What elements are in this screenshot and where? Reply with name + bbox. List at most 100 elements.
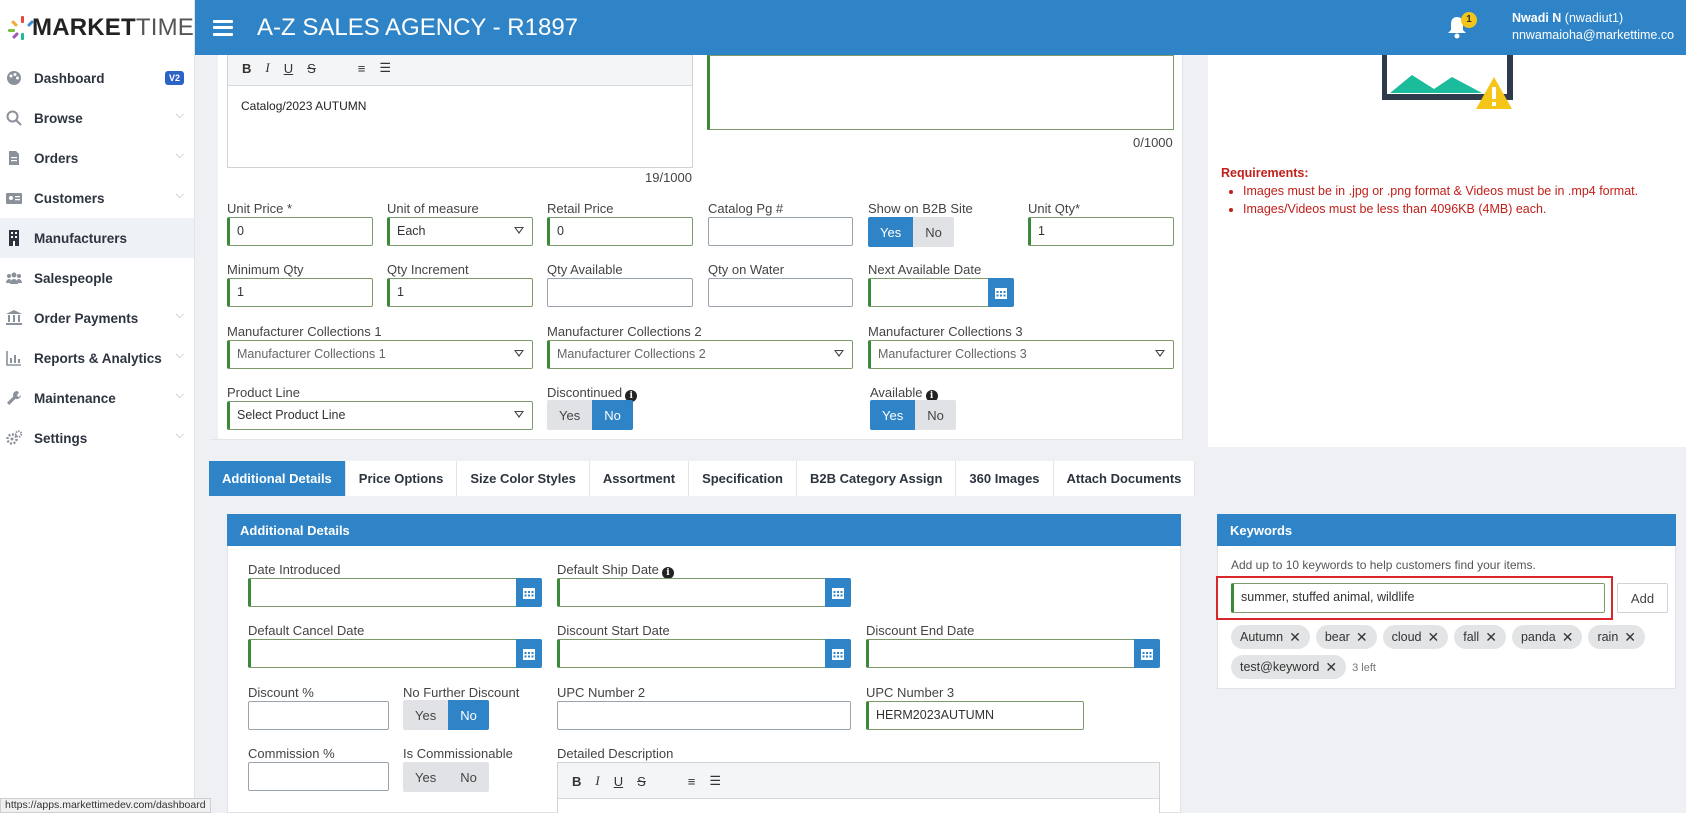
- sidebar-item-browse[interactable]: Browse ⌵: [0, 98, 194, 138]
- keyword-chip[interactable]: bear ✕: [1315, 622, 1377, 652]
- keyword-chip[interactable]: cloud ✕: [1382, 622, 1449, 652]
- calendar-icon[interactable]: [988, 278, 1014, 307]
- remove-keyword-icon[interactable]: ✕: [1356, 622, 1368, 652]
- available-yes[interactable]: Yes: [870, 400, 916, 430]
- calendar-icon[interactable]: [1134, 639, 1160, 668]
- is-commissionable-yes[interactable]: Yes: [403, 762, 449, 792]
- catalog-editor-text[interactable]: Catalog/2023 AUTUMN: [241, 99, 366, 113]
- underline-icon[interactable]: U: [284, 61, 293, 76]
- bold-icon[interactable]: B: [572, 774, 581, 789]
- unit-of-measure-select[interactable]: Each: [387, 217, 533, 246]
- collections2-select[interactable]: Manufacturer Collections 2: [547, 340, 853, 369]
- tab-b2b-category-assign[interactable]: B2B Category Assign: [796, 461, 957, 496]
- keyword-input[interactable]: summer, stuffed animal, wildlife: [1231, 583, 1605, 613]
- remove-keyword-icon[interactable]: ✕: [1325, 652, 1337, 682]
- tab-size-color-styles[interactable]: Size Color Styles: [457, 461, 590, 496]
- notes-textarea[interactable]: [707, 55, 1174, 130]
- tab-specification[interactable]: Specification: [689, 461, 797, 496]
- show-b2b-no[interactable]: No: [913, 217, 954, 247]
- default-ship-date-input[interactable]: [557, 578, 827, 607]
- description-editor-body[interactable]: [558, 798, 1159, 813]
- collections3-select[interactable]: Manufacturer Collections 3: [868, 340, 1174, 369]
- calendar-icon[interactable]: [516, 578, 542, 607]
- commission-pct-input[interactable]: [248, 762, 389, 791]
- date-introduced-input[interactable]: [248, 578, 518, 607]
- bullet-list-icon[interactable]: ☰: [709, 773, 721, 789]
- calendar-icon[interactable]: [825, 639, 851, 668]
- upc2-input[interactable]: [557, 701, 851, 730]
- remove-keyword-icon[interactable]: ✕: [1562, 622, 1574, 652]
- no-further-discount-yes[interactable]: Yes: [403, 700, 449, 730]
- keyword-chip[interactable]: rain ✕: [1588, 622, 1646, 652]
- unit-qty-input[interactable]: 1: [1028, 217, 1174, 246]
- ordered-list-icon[interactable]: ≡: [688, 774, 696, 789]
- unit-price-input[interactable]: 0: [227, 217, 373, 246]
- discontinued-yes[interactable]: Yes: [547, 400, 593, 430]
- discontinued-no[interactable]: No: [592, 400, 633, 430]
- remove-keyword-icon[interactable]: ✕: [1624, 622, 1636, 652]
- qty-on-water-input[interactable]: [708, 278, 853, 307]
- available-no[interactable]: No: [915, 400, 956, 430]
- logo[interactable]: MARKETTIME: [0, 0, 194, 55]
- qty-increment-input[interactable]: 1: [387, 278, 533, 307]
- discount-end-date-input[interactable]: [866, 639, 1136, 668]
- italic-icon[interactable]: I: [265, 60, 269, 76]
- sidebar-item-dashboard[interactable]: Dashboard V2: [0, 58, 194, 98]
- available-toggle[interactable]: Yes No: [870, 400, 956, 430]
- discount-pct-input[interactable]: [248, 701, 389, 730]
- bullet-list-icon[interactable]: ☰: [379, 60, 391, 76]
- sidebar-item-order-payments[interactable]: Order Payments ⌵: [0, 298, 194, 338]
- sidebar-item-settings[interactable]: Settings ⌵: [0, 418, 194, 458]
- keyword-chip[interactable]: test@keyword ✕: [1231, 652, 1347, 682]
- remove-keyword-icon[interactable]: ✕: [1485, 622, 1497, 652]
- keyword-chip[interactable]: panda ✕: [1511, 622, 1583, 652]
- strikethrough-icon[interactable]: S: [307, 61, 316, 76]
- discount-start-date-input[interactable]: [557, 639, 827, 668]
- tab-attach-documents[interactable]: Attach Documents: [1053, 461, 1196, 496]
- sidebar-item-orders[interactable]: Orders ⌵: [0, 138, 194, 178]
- italic-icon[interactable]: I: [595, 773, 599, 789]
- strikethrough-icon[interactable]: S: [637, 774, 646, 789]
- sidebar-item-customers[interactable]: Customers ⌵: [0, 178, 194, 218]
- logo-text-light: TIME: [135, 13, 194, 41]
- add-keyword-button[interactable]: Add: [1617, 583, 1668, 613]
- tab-360-images[interactable]: 360 Images: [956, 461, 1054, 496]
- sidebar-item-salespeople[interactable]: Salespeople: [0, 258, 194, 298]
- retail-price-input[interactable]: 0: [547, 217, 693, 246]
- default-cancel-date-input[interactable]: [248, 639, 518, 668]
- no-further-discount-no[interactable]: No: [448, 700, 489, 730]
- show-b2b-yes[interactable]: Yes: [868, 217, 914, 247]
- no-further-discount-toggle[interactable]: Yes No: [403, 700, 489, 730]
- ordered-list-icon[interactable]: ≡: [358, 61, 366, 76]
- product-line-select[interactable]: Select Product Line: [227, 401, 533, 430]
- tab-price-options[interactable]: Price Options: [345, 461, 458, 496]
- notifications-button[interactable]: 1: [1445, 12, 1477, 40]
- remove-keyword-icon[interactable]: ✕: [1427, 622, 1439, 652]
- bold-icon[interactable]: B: [242, 61, 251, 76]
- user-menu[interactable]: Nwadi N (nwadiut1) nnwamaioha@markettime…: [1512, 10, 1674, 44]
- sidebar-item-maintenance[interactable]: Maintenance ⌵: [0, 378, 194, 418]
- collections1-select[interactable]: Manufacturer Collections 1: [227, 340, 533, 369]
- is-commissionable-toggle[interactable]: Yes No: [403, 762, 489, 792]
- sidebar-item-manufacturers[interactable]: Manufacturers: [0, 218, 194, 258]
- calendar-icon[interactable]: [516, 639, 542, 668]
- calendar-icon[interactable]: [825, 578, 851, 607]
- show-b2b-toggle[interactable]: Yes No: [868, 217, 954, 247]
- catalog-page-input[interactable]: [708, 217, 853, 246]
- keyword-chip[interactable]: Autumn ✕: [1231, 625, 1310, 649]
- next-available-date-input[interactable]: [868, 278, 990, 307]
- remove-keyword-icon[interactable]: ✕: [1289, 622, 1301, 652]
- tab-assortment[interactable]: Assortment: [589, 461, 690, 496]
- underline-icon[interactable]: U: [614, 774, 623, 789]
- upc3-input[interactable]: HERM2023AUTUMN: [866, 701, 1084, 730]
- keyword-chip[interactable]: fall ✕: [1454, 625, 1506, 649]
- chevron-down-icon: ⌵: [175, 349, 184, 361]
- qty-available-input[interactable]: [547, 278, 693, 307]
- is-commissionable-no[interactable]: No: [448, 762, 489, 792]
- discontinued-toggle[interactable]: Yes No: [547, 400, 633, 430]
- sidebar-item-reports[interactable]: Reports & Analytics ⌵: [0, 338, 194, 378]
- menu-toggle-icon[interactable]: [213, 19, 233, 36]
- minimum-qty-input[interactable]: 1: [227, 278, 373, 307]
- keyword-chips: Autumn ✕ bear ✕ cloud ✕ fall ✕ panda ✕ rain ✕ test@k…: [1231, 622, 1671, 683]
- tab-additional-details[interactable]: Additional Details: [209, 461, 346, 496]
